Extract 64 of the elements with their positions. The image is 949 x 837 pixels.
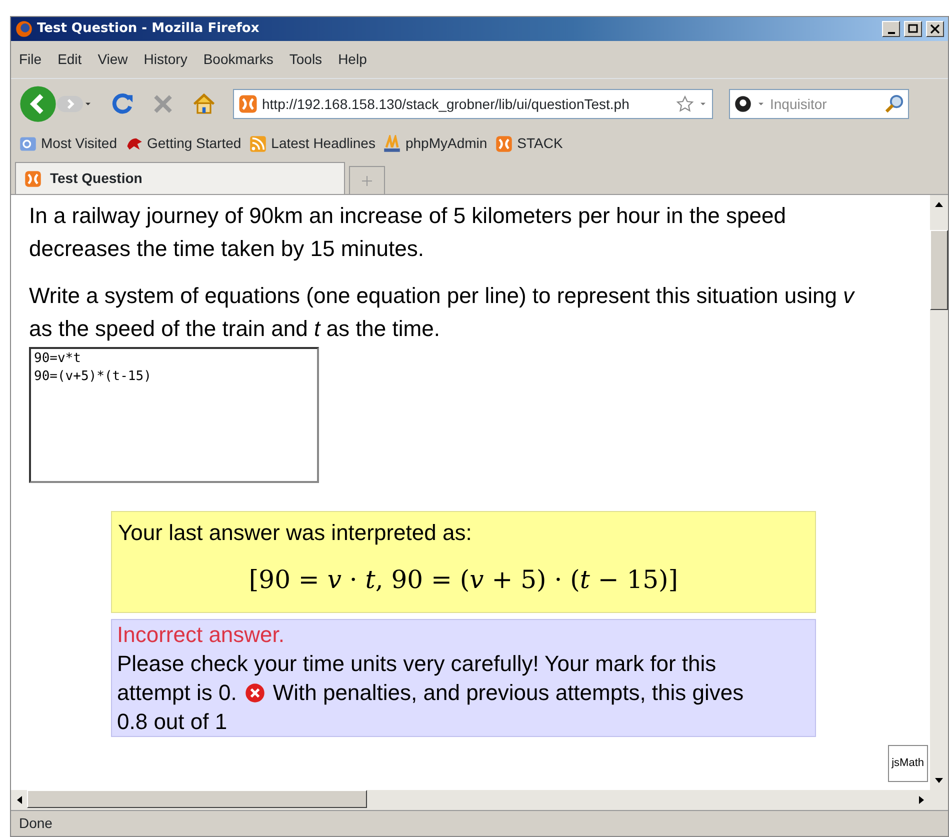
folder-icon — [19, 134, 37, 152]
site-icon — [24, 170, 42, 188]
bookmark-label: phpMyAdmin — [405, 134, 488, 153]
bookmark-link[interactable]: Getting Started — [125, 133, 242, 154]
bookmark-link[interactable]: phpMyAdmin — [383, 133, 488, 154]
bookmark-link[interactable]: Most Visited — [19, 133, 117, 154]
horizontal-scrollbar[interactable] — [11, 790, 948, 810]
tab-label: Test Question — [50, 169, 142, 188]
scroll-thumb[interactable] — [27, 790, 367, 808]
menu-item[interactable]: Tools — [281, 45, 330, 74]
close-button[interactable] — [926, 21, 944, 37]
bookmark-link[interactable]: Latest Headlines — [249, 133, 376, 154]
address-bar[interactable]: http://192.168.158.130/stack_grobner/lib/ui/questionTest.ph — [233, 89, 713, 119]
search-icon — [884, 94, 904, 114]
scroll-down-arrow-icon[interactable] — [935, 777, 943, 785]
maximize-button[interactable] — [904, 21, 922, 37]
menu-item[interactable]: Bookmarks — [195, 45, 282, 74]
minimize-icon — [888, 32, 894, 34]
bookmark-label: Most Visited — [41, 134, 117, 153]
scroll-right-arrow-icon[interactable] — [918, 796, 926, 804]
feedback-summary: With penalties, and previous attempts, this gives — [272, 679, 744, 707]
site-icon — [238, 94, 258, 114]
status-text: Done — [19, 814, 52, 833]
menu-item[interactable]: Edit — [50, 45, 90, 74]
bookmark-label: Getting Started — [147, 134, 242, 153]
scroll-left-arrow-icon[interactable] — [15, 796, 23, 804]
bookmark-link[interactable]: STACK — [495, 133, 563, 154]
plus-icon — [362, 176, 372, 186]
close-icon — [930, 24, 940, 34]
error-icon — [244, 682, 265, 702]
menu-item[interactable]: Help — [330, 45, 375, 74]
menu-item[interactable]: History — [136, 45, 196, 74]
question-text: Write a system of equations (one equation per line) to represent this situation using v as the speed of the train and t as the time. — [29, 282, 856, 343]
browser-tab[interactable]: Test Question — [15, 162, 345, 194]
scroll-up-arrow-icon[interactable] — [935, 200, 943, 208]
feedback-message: attempt is 0. — [117, 679, 237, 707]
bookmark-star-icon — [676, 95, 694, 113]
vertical-scrollbar[interactable] — [930, 195, 948, 790]
formula: [90 = v · t, 90 = (v + 5) · (t − 15)] — [248, 564, 680, 596]
bookmark-label: STACK — [517, 134, 563, 153]
feedback-summary: 0.8 out of 1 — [117, 708, 228, 736]
search-engine-icon — [734, 95, 752, 113]
verdict-text: Incorrect answer. — [117, 621, 286, 649]
scroll-thumb[interactable] — [930, 230, 948, 310]
window-title: Test Question - Mozilla Firefox — [37, 20, 260, 38]
jsmath-button[interactable]: jsMath — [888, 745, 928, 782]
site-icon — [495, 134, 514, 152]
answer-field[interactable]: 90=v*t 90=(v+5)*(t-15) — [29, 347, 319, 483]
home-icon — [191, 91, 217, 117]
maximize-icon — [908, 24, 918, 34]
menu-item[interactable]: File — [11, 45, 50, 74]
minimize-button[interactable] — [882, 21, 900, 37]
feedback-message: Please check your time units very carefully! Your mark for this — [117, 650, 718, 678]
bookmark-label: Latest Headlines — [271, 134, 376, 153]
menu-item[interactable]: View — [90, 45, 136, 74]
sails-icon — [383, 134, 402, 152]
search-field[interactable]: Inquisitor — [729, 89, 909, 119]
url-text: http://192.168.158.130/stack_grobner/lib/ui/questionTest.ph — [262, 94, 630, 114]
question-text: In a railway journey of 90km an increase of 5 kilometers per hour in the speed decreases the time taken by 15 minutes. — [29, 202, 787, 263]
feed-icon — [249, 134, 268, 152]
back-icon — [19, 85, 57, 123]
browser-logo-icon — [15, 20, 33, 38]
interpretation-label: Your last answer was interpreted as: — [118, 519, 473, 547]
search-placeholder: Inquisitor — [770, 94, 828, 114]
